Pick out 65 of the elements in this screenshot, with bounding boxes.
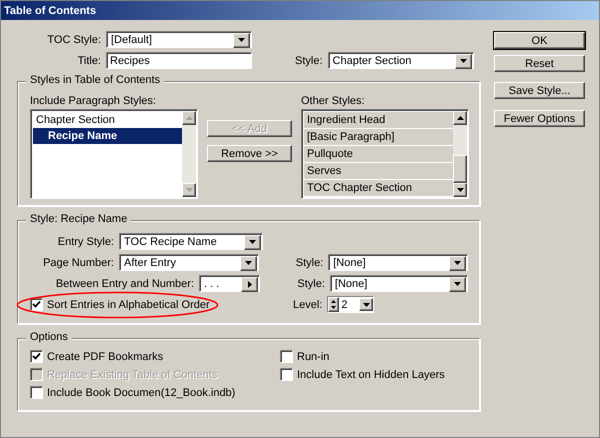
entry-style-dropdown[interactable]: TOC Recipe Name bbox=[119, 233, 263, 250]
field-label: Between Entry and Number: bbox=[54, 278, 194, 290]
window-title: Table of Contents bbox=[4, 4, 96, 16]
field-label: Page Number: bbox=[42, 256, 114, 268]
list-label: Include Paragraph Styles: bbox=[30, 95, 156, 107]
checkbox[interactable] bbox=[30, 350, 43, 363]
scroll-up-button[interactable] bbox=[453, 111, 467, 125]
checkbox[interactable] bbox=[30, 298, 43, 311]
page-number-dropdown[interactable]: After Entry bbox=[119, 254, 259, 271]
scrollbar[interactable] bbox=[453, 111, 467, 197]
list-item[interactable]: Chapter Section bbox=[33, 112, 182, 128]
toc-style-dropdown[interactable]: [Default] bbox=[106, 31, 252, 48]
remove-button[interactable]: Remove >> bbox=[207, 145, 292, 162]
title-field[interactable]: Recipes bbox=[106, 52, 252, 69]
dialog-button[interactable]: Save Style... bbox=[494, 82, 585, 99]
separator-field[interactable]: . . . bbox=[199, 275, 260, 292]
scrollbar[interactable] bbox=[182, 111, 196, 197]
caret-icon bbox=[238, 38, 245, 42]
caret-icon bbox=[454, 282, 461, 286]
field-label: TOC Style: bbox=[46, 34, 101, 46]
field-label: Style: bbox=[297, 278, 325, 290]
list-item[interactable]: TOC Chapter Section bbox=[304, 180, 453, 197]
field-label: Style: bbox=[296, 256, 324, 268]
checkbox-label[interactable]: Include Text on Hidden Layers bbox=[297, 368, 445, 380]
group-heading: Options bbox=[26, 331, 72, 343]
level-stepper[interactable]: 2 bbox=[327, 296, 374, 313]
group-heading: Style: Recipe Name bbox=[26, 213, 132, 225]
scroll-down-button[interactable] bbox=[182, 183, 196, 197]
scroll-down-button[interactable] bbox=[453, 183, 467, 197]
caret-icon bbox=[249, 240, 256, 244]
caret-up-icon bbox=[456, 116, 464, 120]
list-item[interactable]: Pullquote bbox=[304, 146, 453, 163]
group-heading: Styles in Table of Contents bbox=[26, 74, 164, 86]
field-label: Style: bbox=[295, 54, 323, 66]
field-label: Entry Style: bbox=[56, 236, 114, 248]
list-label: Other Styles: bbox=[301, 95, 365, 107]
checkbox[interactable] bbox=[280, 368, 293, 381]
caret-icon bbox=[244, 261, 252, 265]
checkbox[interactable] bbox=[280, 350, 293, 363]
list-item[interactable]: [Basic Paragraph] bbox=[304, 129, 453, 146]
scroll-thumb[interactable] bbox=[453, 155, 467, 183]
caret-icon bbox=[456, 188, 464, 192]
list-item[interactable]: Recipe Name bbox=[33, 128, 182, 144]
caret-icon bbox=[460, 59, 467, 63]
caret-up-icon bbox=[186, 116, 192, 120]
list-item[interactable]: Ingredient Head bbox=[304, 112, 453, 129]
checkbox-label[interactable]: Create PDF Bookmarks bbox=[47, 350, 164, 362]
caret-icon bbox=[362, 302, 370, 306]
checkbox[interactable] bbox=[30, 386, 43, 399]
dialog-button[interactable]: Reset bbox=[494, 55, 585, 72]
dialog-button[interactable]: OK bbox=[494, 32, 585, 49]
field-label: Level: bbox=[293, 298, 322, 310]
stepper-arrows-icon[interactable] bbox=[328, 297, 340, 312]
caret-icon bbox=[454, 261, 461, 265]
list-item[interactable]: Serves bbox=[304, 163, 453, 180]
checkbox-label[interactable]: Run-in bbox=[297, 350, 330, 362]
caret-right-icon bbox=[248, 280, 252, 288]
field-label: Title: bbox=[76, 54, 101, 66]
checkbox-label[interactable]: Include Book Documen(12_Book.indb) bbox=[47, 386, 236, 398]
scroll-up-button[interactable] bbox=[182, 111, 196, 125]
dialog-button[interactable]: Fewer Options bbox=[494, 110, 585, 127]
caret-icon bbox=[186, 188, 192, 192]
style-dropdown[interactable]: [None] bbox=[328, 254, 468, 271]
style-dropdown[interactable]: Chapter Section bbox=[328, 52, 474, 69]
style-dropdown[interactable]: [None] bbox=[330, 275, 468, 292]
